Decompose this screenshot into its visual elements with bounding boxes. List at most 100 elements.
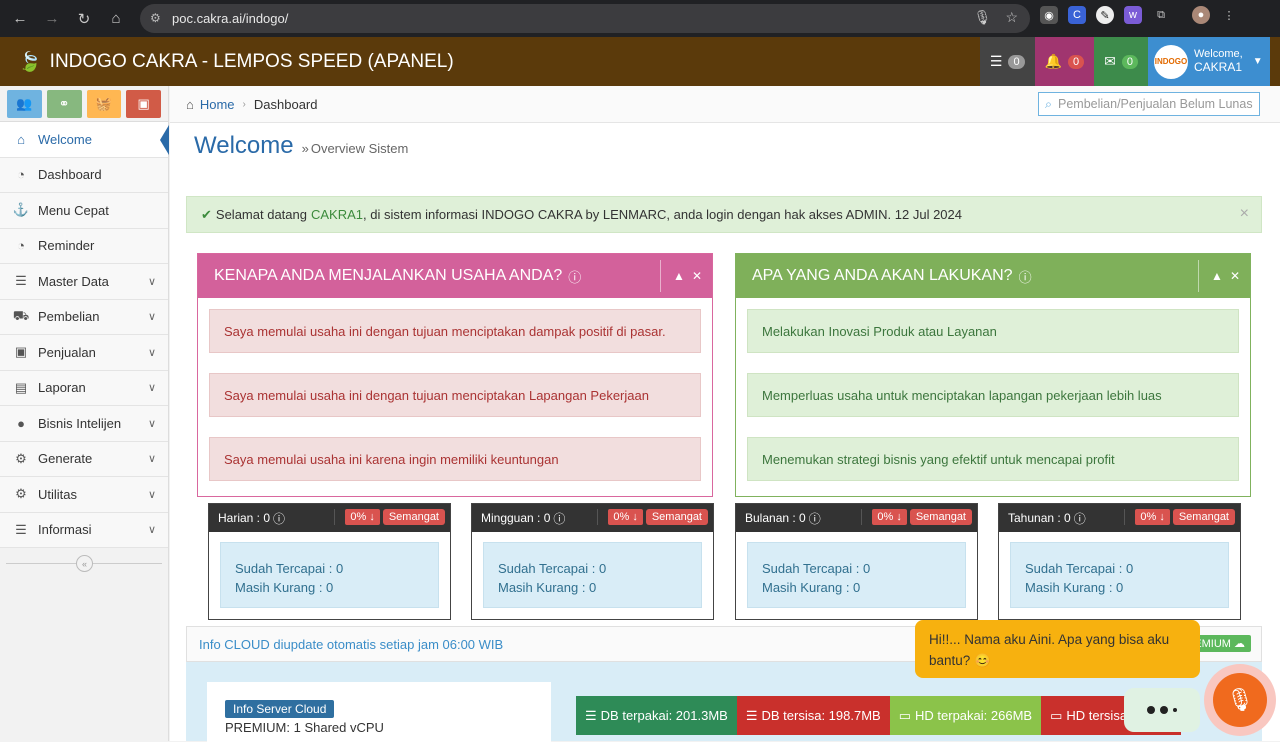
target-label: Harian : 0 xyxy=(218,511,271,525)
remaining-text: Masih Kurang : 0 xyxy=(498,580,597,595)
forward-icon[interactable]: → xyxy=(36,3,68,35)
target-bulanan: Bulanan : 0 ⓘ 0% ↓ Semangat Sudah Tercapai… xyxy=(735,503,978,620)
shortcut-network-button[interactable]: ⚭ xyxy=(46,90,82,118)
alert-username: CAKRA1 xyxy=(310,207,364,222)
app-header: 🍃 INDOGO CAKRA - LEMPOS SPEED (APANEL) ☰… xyxy=(0,37,1280,86)
reload-icon[interactable]: ↻ xyxy=(68,3,100,35)
bookmark-star-icon[interactable]: ☆ xyxy=(1005,9,1018,26)
sidebar-item-menu-cepat[interactable]: ⚓ Menu Cepat xyxy=(0,193,168,229)
sidebar-item-pembelian[interactable]: ⛟ Pembelian ∨ xyxy=(0,299,168,335)
close-icon[interactable]: × xyxy=(1240,205,1249,223)
welcome-alert: ✔ Selamat datang CAKRA1 , di sistem info… xyxy=(186,196,1262,233)
hd-used-stat: ▭ HD terpakai: 266MB xyxy=(889,696,1042,735)
db-stats: ☰ DB terpakai: 201.3MB ☰ DB tersisa: 198.7… xyxy=(576,696,1182,735)
tachometer-icon: ◔ xyxy=(17,238,25,254)
sidebar-item-utilitas[interactable]: ⚙ Utilitas ∨ xyxy=(0,477,168,513)
percent-badge: 0% ↓ xyxy=(608,509,643,525)
leaf-icon: 🍃 xyxy=(18,51,42,73)
messages-button[interactable]: ✉ 0 xyxy=(1094,37,1148,86)
page-title: Welcome xyxy=(194,132,294,159)
close-icon[interactable]: ✕ xyxy=(692,269,702,283)
sidebar-collapse: « xyxy=(0,548,168,578)
double-chevron-left-icon[interactable]: « xyxy=(76,555,93,572)
file-icon: ▤ xyxy=(14,379,28,395)
status-badge: Semangat xyxy=(645,509,708,525)
info-icon: ⓘ xyxy=(1073,511,1086,526)
sidebar-item-penjualan[interactable]: ▣ Penjualan ∨ xyxy=(0,335,168,371)
browser-toolbar: ← → ↻ ⌂ ⚙ poc.cakra.ai/indogo/ 🎙 ☆ ◉ C ✎… xyxy=(0,0,1280,37)
sidebar-item-label: Reminder xyxy=(38,238,95,254)
bell-icon: 🔔 xyxy=(1044,53,1063,69)
list-item: Saya memulai usaha ini dengan tujuan men… xyxy=(209,309,701,353)
sidebar-item-laporan[interactable]: ▤ Laporan ∨ xyxy=(0,370,168,406)
shortcut-basket-button[interactable]: 🧺 xyxy=(86,90,122,118)
widget-what: APA YANG ANDA AKAN LAKUKAN? ⓘ ▲ ✕ Melaku… xyxy=(735,253,1251,497)
database-icon: ☰ xyxy=(745,707,758,723)
sidebar-item-bisnis-intelijen[interactable]: ● Bisnis Intelijen ∨ xyxy=(0,406,168,442)
database-icon: ☰ xyxy=(15,521,27,537)
back-icon[interactable]: ← xyxy=(4,3,36,35)
sidebar-item-label: Laporan xyxy=(38,380,86,396)
breadcrumb-home-link[interactable]: Home xyxy=(200,97,235,112)
close-icon[interactable]: ✕ xyxy=(1230,269,1240,283)
remaining-text: Masih Kurang : 0 xyxy=(1025,580,1124,595)
envelope-icon: ✉ xyxy=(1104,53,1116,69)
server-info: Info Server Cloud PREMIUM: 1 Shared vCPU xyxy=(207,682,551,742)
c-extension-icon[interactable]: C xyxy=(1068,6,1086,24)
alert-suffix: , di sistem informasi INDOGO CAKRA by LE… xyxy=(363,207,962,222)
notifications-count: 0 xyxy=(1068,54,1085,69)
widget-why: KENAPA ANDA MENJALANKAN USAHA ANDA? ⓘ ▲ … xyxy=(197,253,713,497)
target-label: Bulanan : 0 xyxy=(745,511,806,525)
sidebar-item-generate[interactable]: ⚙ Generate ∨ xyxy=(0,441,168,477)
sidebar-item-welcome[interactable]: ⌂ Welcome xyxy=(0,122,169,158)
sidebar-item-master-data[interactable]: ☰ Master Data ∨ xyxy=(0,264,168,300)
shortcut-money-button[interactable]: ▣ xyxy=(126,90,161,118)
address-bar[interactable]: ⚙ poc.cakra.ai/indogo/ 🎙 ☆ xyxy=(140,4,1030,33)
home-icon: ⌂ xyxy=(186,96,194,112)
chevron-down-icon: ∨ xyxy=(147,382,156,395)
brand[interactable]: 🍃 INDOGO CAKRA - LEMPOS SPEED (APANEL) xyxy=(18,50,454,74)
chevron-up-icon[interactable]: ▲ xyxy=(1211,269,1223,283)
sidebar-item-reminder[interactable]: ◔ Reminder xyxy=(0,228,168,264)
list-item: Menemukan strategi bisnis yang efektif u… xyxy=(747,437,1239,481)
browser-menu-icon[interactable]: ⋮ xyxy=(1220,6,1238,24)
chevron-up-icon[interactable]: ▲ xyxy=(673,269,685,283)
chevron-down-icon: ∨ xyxy=(147,275,156,288)
shortcut-users-button[interactable]: 👥 xyxy=(7,90,42,118)
mic-icon[interactable]: 🎙 xyxy=(974,9,992,26)
info-icon: ⓘ xyxy=(553,511,566,526)
anchor-icon: ⚓ xyxy=(12,202,30,218)
breadcrumb-separator-icon: › xyxy=(242,98,246,110)
target-tahunan: Tahunan : 0 ⓘ 0% ↓ Semangat Sudah Tercapai… xyxy=(998,503,1241,620)
avatar: INDOGO xyxy=(1154,44,1188,79)
remaining-text: Masih Kurang : 0 xyxy=(762,580,861,595)
sidebar-item-dashboard[interactable]: ◔ Dashboard xyxy=(0,157,168,193)
sidebar-item-label: Informasi xyxy=(38,522,92,538)
puzzle-extension-icon[interactable]: ⧉ xyxy=(1152,6,1170,24)
list-item: Saya memulai usaha ini dengan tujuan men… xyxy=(209,373,701,417)
site-info-icon[interactable]: ⚙ xyxy=(150,11,161,25)
alert-prefix: Selamat datang xyxy=(215,207,307,222)
purple-extension-icon[interactable]: w xyxy=(1124,6,1142,24)
camera-extension-icon[interactable]: ◉ xyxy=(1040,6,1058,24)
search-input[interactable]: ⌕ Pembelian/Penjualan Belum Lunas xyxy=(1038,92,1260,116)
user-menu[interactable]: INDOGO Welcome, CAKRA1 ▼ xyxy=(1148,37,1270,86)
profile-avatar-icon[interactable]: ● xyxy=(1192,6,1210,24)
tasks-button[interactable]: ☰ 0 xyxy=(979,37,1035,86)
chat-bubble[interactable]: Hi!!... Nama aku Aini. Apa yang bisa aku… xyxy=(915,620,1200,678)
sidebar-item-informasi[interactable]: ☰ Informasi ∨ xyxy=(0,512,168,548)
home-icon[interactable]: ⌂ xyxy=(100,3,132,35)
tasks-count: 0 xyxy=(1008,54,1025,69)
basket-icon: ⛟ xyxy=(12,307,30,323)
voice-assistant-button[interactable]: 🎙 xyxy=(1204,664,1276,736)
server-info-tag: Info Server Cloud xyxy=(225,700,335,718)
sidebar-item-label: Penjualan xyxy=(38,344,96,360)
notifications-button[interactable]: 🔔 0 xyxy=(1034,37,1095,86)
tasks-icon: ☰ xyxy=(989,53,1003,69)
widget-title: APA YANG ANDA AKAN LAKUKAN? xyxy=(752,267,1013,284)
list-item: Memperluas usaha untuk menciptakan lapan… xyxy=(747,373,1239,417)
pen-extension-icon[interactable]: ✎ xyxy=(1096,6,1114,24)
achieved-text: Sudah Tercapai : 0 xyxy=(762,561,871,576)
database-icon: ☰ xyxy=(585,707,597,723)
check-icon: ✔ xyxy=(201,206,212,222)
